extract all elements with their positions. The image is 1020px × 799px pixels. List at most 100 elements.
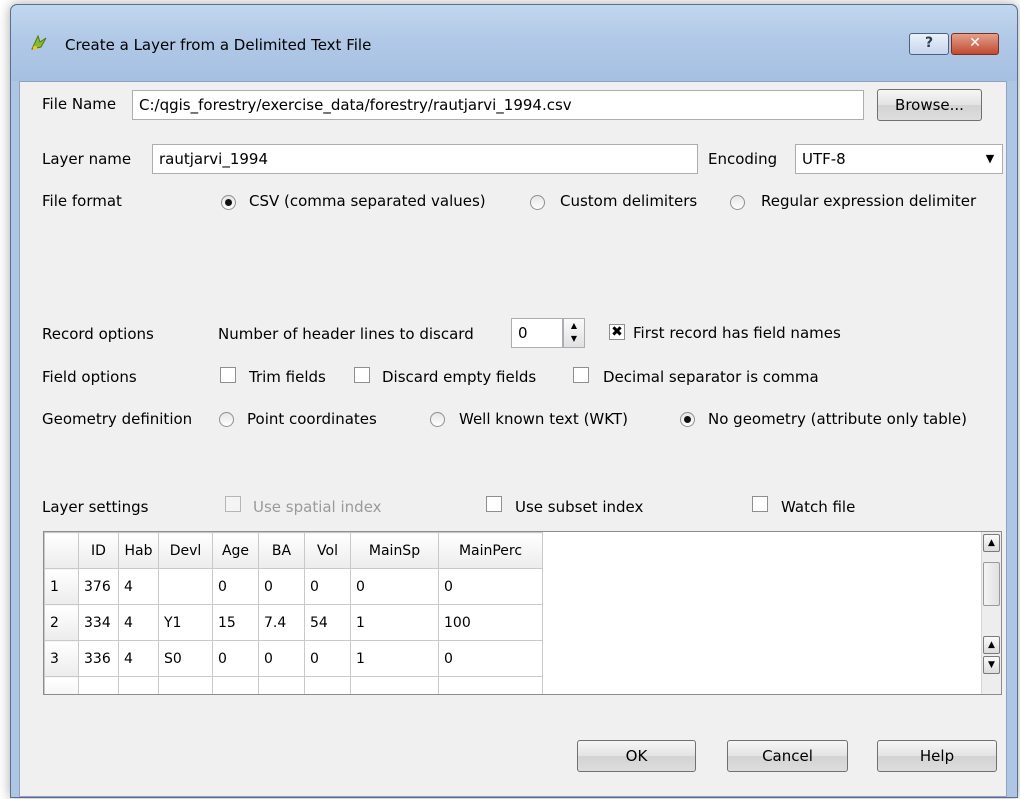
- table-cell[interactable]: 4: [118, 568, 159, 605]
- column-header[interactable]: MainPerc: [438, 532, 543, 569]
- file-format-label: File format: [42, 192, 122, 210]
- column-header[interactable]: ID: [78, 532, 119, 569]
- trim-fields-checkbox[interactable]: [220, 367, 236, 383]
- discard-empty-label[interactable]: Discard empty fields: [382, 368, 536, 386]
- table-cell: [258, 676, 305, 694]
- table-cell[interactable]: 54: [304, 604, 351, 641]
- row-header[interactable]: 1: [44, 568, 79, 605]
- layer-name-input[interactable]: rautjarvi_1994: [152, 144, 698, 174]
- table-scrollbar[interactable]: ▲ ▲ ▼: [981, 532, 1001, 694]
- table-cell[interactable]: 0: [258, 568, 305, 605]
- header-lines-input[interactable]: 0: [511, 318, 563, 348]
- watch-file-label[interactable]: Watch file: [781, 498, 855, 516]
- point-coordinates-label[interactable]: Point coordinates: [247, 410, 377, 428]
- row-header[interactable]: 3: [44, 640, 79, 677]
- wkt-label[interactable]: Well known text (WKT): [459, 410, 628, 428]
- first-record-checkbox[interactable]: ✖: [609, 324, 625, 340]
- table-cell: [350, 676, 439, 694]
- encoding-value: UTF-8: [802, 150, 846, 168]
- file-name-input[interactable]: C:/qgis_forestry/exercise_data/forestry/…: [132, 90, 864, 120]
- column-header[interactable]: Devl: [158, 532, 213, 569]
- table-cell[interactable]: 0: [350, 568, 439, 605]
- scroll-down-icon[interactable]: ▼: [983, 656, 1000, 674]
- column-header[interactable]: Vol: [304, 532, 351, 569]
- custom-delimiters-label[interactable]: Custom delimiters: [560, 192, 697, 210]
- table-cell: [158, 676, 213, 694]
- title-help-button[interactable]: ?: [909, 33, 949, 55]
- wkt-radio[interactable]: [430, 412, 445, 427]
- column-header[interactable]: MainSp: [350, 532, 439, 569]
- table-cell[interactable]: S0: [158, 640, 213, 677]
- column-header[interactable]: BA: [258, 532, 305, 569]
- regex-delimiter-radio[interactable]: [730, 195, 745, 210]
- table-cell[interactable]: 0: [258, 640, 305, 677]
- chevron-down-icon: ▼: [985, 152, 995, 165]
- cancel-button[interactable]: Cancel: [727, 740, 848, 772]
- table-header-row: ID Hab Devl Age BA Vol MainSp MainPerc: [44, 532, 543, 569]
- scroll-up-icon[interactable]: ▲: [983, 534, 1000, 552]
- subset-index-label[interactable]: Use subset index: [515, 498, 643, 516]
- table-cell[interactable]: 0: [212, 568, 259, 605]
- window-title: Create a Layer from a Delimited Text Fil…: [65, 36, 372, 54]
- spatial-index-checkbox[interactable]: [225, 496, 241, 512]
- decimal-comma-label[interactable]: Decimal separator is comma: [603, 368, 819, 386]
- table-cell[interactable]: 0: [304, 568, 351, 605]
- table-cell[interactable]: 4: [118, 640, 159, 677]
- table-cell[interactable]: Y1: [158, 604, 213, 641]
- qgis-icon: [31, 34, 47, 51]
- discard-empty-checkbox[interactable]: [354, 367, 370, 383]
- column-header[interactable]: Age: [212, 532, 259, 569]
- table-cell[interactable]: 0: [438, 568, 543, 605]
- table-row[interactable]: 2 334 4 Y1 15 7.4 54 1 100: [44, 604, 543, 641]
- table-cell[interactable]: 4: [118, 604, 159, 641]
- no-geometry-label[interactable]: No geometry (attribute only table): [708, 410, 967, 428]
- table-cell[interactable]: 0: [304, 640, 351, 677]
- file-name-label: File Name: [42, 95, 117, 113]
- spin-arrows-icon[interactable]: ▲ ▼: [563, 318, 585, 348]
- no-geometry-radio[interactable]: [680, 412, 695, 427]
- table-cell[interactable]: 0: [212, 640, 259, 677]
- decimal-comma-checkbox[interactable]: [573, 367, 589, 383]
- table-cell[interactable]: 1: [350, 604, 439, 641]
- table-cell[interactable]: 376: [78, 568, 119, 605]
- table-cell[interactable]: 336: [78, 640, 119, 677]
- column-header[interactable]: Hab: [118, 532, 159, 569]
- field-options-label: Field options: [42, 368, 137, 386]
- custom-delimiters-radio[interactable]: [530, 195, 545, 210]
- scroll-thumb[interactable]: [983, 562, 1000, 606]
- table-cell[interactable]: 15: [212, 604, 259, 641]
- sample-table[interactable]: ID Hab Devl Age BA Vol MainSp MainPerc 1 376 4 0 0 0…: [43, 531, 1002, 695]
- title-close-button[interactable]: ✕: [951, 33, 999, 55]
- table-corner[interactable]: [44, 532, 79, 569]
- csv-radio[interactable]: [221, 195, 236, 210]
- table-cell: [438, 676, 543, 694]
- ok-button[interactable]: OK: [577, 740, 696, 772]
- record-options-label: Record options: [42, 325, 154, 343]
- help-button[interactable]: Help: [877, 740, 997, 772]
- table-cell[interactable]: 100: [438, 604, 543, 641]
- table-cell[interactable]: 0: [438, 640, 543, 677]
- table-cell[interactable]: 7.4: [258, 604, 305, 641]
- table-cell[interactable]: 334: [78, 604, 119, 641]
- scroll-up-icon[interactable]: ▲: [983, 636, 1000, 654]
- browse-button[interactable]: Browse...: [877, 89, 982, 121]
- row-header[interactable]: 2: [44, 604, 79, 641]
- table-row[interactable]: 3 336 4 S0 0 0 0 1 0: [44, 640, 543, 677]
- csv-radio-label[interactable]: CSV (comma separated values): [249, 192, 486, 210]
- table-cell[interactable]: [158, 568, 213, 605]
- first-record-label[interactable]: First record has field names: [633, 324, 841, 342]
- dialog-window: Create a Layer from a Delimited Text Fil…: [10, 4, 1018, 798]
- point-coordinates-radio[interactable]: [219, 412, 234, 427]
- trim-fields-label[interactable]: Trim fields: [249, 368, 326, 386]
- geometry-definition-label: Geometry definition: [42, 410, 193, 428]
- spatial-index-label[interactable]: Use spatial index: [253, 498, 382, 516]
- header-lines-label: Number of header lines to discard: [218, 325, 474, 343]
- regex-delimiter-label[interactable]: Regular expression delimiter: [761, 192, 976, 210]
- table-row[interactable]: 1 376 4 0 0 0 0 0: [44, 568, 543, 605]
- encoding-select[interactable]: UTF-8 ▼: [795, 144, 1003, 174]
- watch-file-checkbox[interactable]: [752, 496, 768, 512]
- title-bar[interactable]: Create a Layer from a Delimited Text Fil…: [11, 5, 1017, 81]
- table-cell: [118, 676, 159, 694]
- subset-index-checkbox[interactable]: [486, 496, 502, 512]
- table-cell[interactable]: 1: [350, 640, 439, 677]
